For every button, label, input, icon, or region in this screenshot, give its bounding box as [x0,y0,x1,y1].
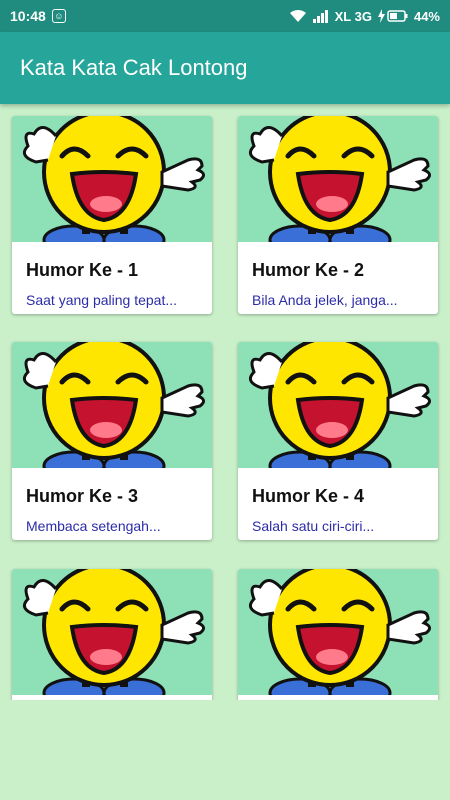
humor-card-4[interactable]: Humor Ke - 4 Salah satu ciri-ciri... [238,342,438,540]
card-description: Saat yang paling tepat... [26,292,177,308]
card-title [12,695,212,700]
card-title: Humor Ke - 4 [252,486,365,506]
status-bar: 10:48 ☺ XL 3G 44% [0,0,450,32]
wifi-icon [289,9,306,22]
status-indicators: XL 3G 44% [289,9,440,24]
card-description: Membaca setengah... [26,518,161,534]
humor-card-2[interactable]: Humor Ke - 2 Bila Anda jelek, janga... [238,116,438,314]
signal-icon [312,10,328,23]
humor-card-5[interactable] [12,569,212,700]
card-title: Humor Ke - 3 [26,486,139,506]
app-title: Kata Kata Cak Lontong [20,55,248,80]
humor-card-6[interactable] [238,569,438,700]
laughing-emoji-image [12,116,212,242]
card-title: Humor Ke - 1 [26,260,139,280]
humor-card-1[interactable]: Humor Ke - 1 Saat yang paling tepat... [12,116,212,314]
card-description: Salah satu ciri-ciri... [252,518,375,534]
app-bar: Kata Kata Cak Lontong [0,32,450,104]
laughing-emoji-image [238,569,438,695]
card-description: Bila Anda jelek, janga... [252,292,398,308]
status-time: 10:48 [10,8,46,24]
laughing-emoji-image [238,116,438,242]
laughing-emoji-image [238,342,438,468]
card-title [238,695,438,700]
card-title: Humor Ke - 2 [252,260,365,280]
battery-level: 44% [413,8,440,24]
app-notification-icon: ☺ [51,9,66,23]
battery-charging-icon [377,9,408,23]
laughing-emoji-image [12,569,212,695]
humor-card-3[interactable]: Humor Ke - 3 Membaca setengah... [12,342,212,540]
laughing-emoji-image [12,342,212,468]
network-label: XL 3G [334,8,372,24]
humor-grid[interactable]: Humor Ke - 1 Saat yang paling tepat... H… [0,104,450,700]
